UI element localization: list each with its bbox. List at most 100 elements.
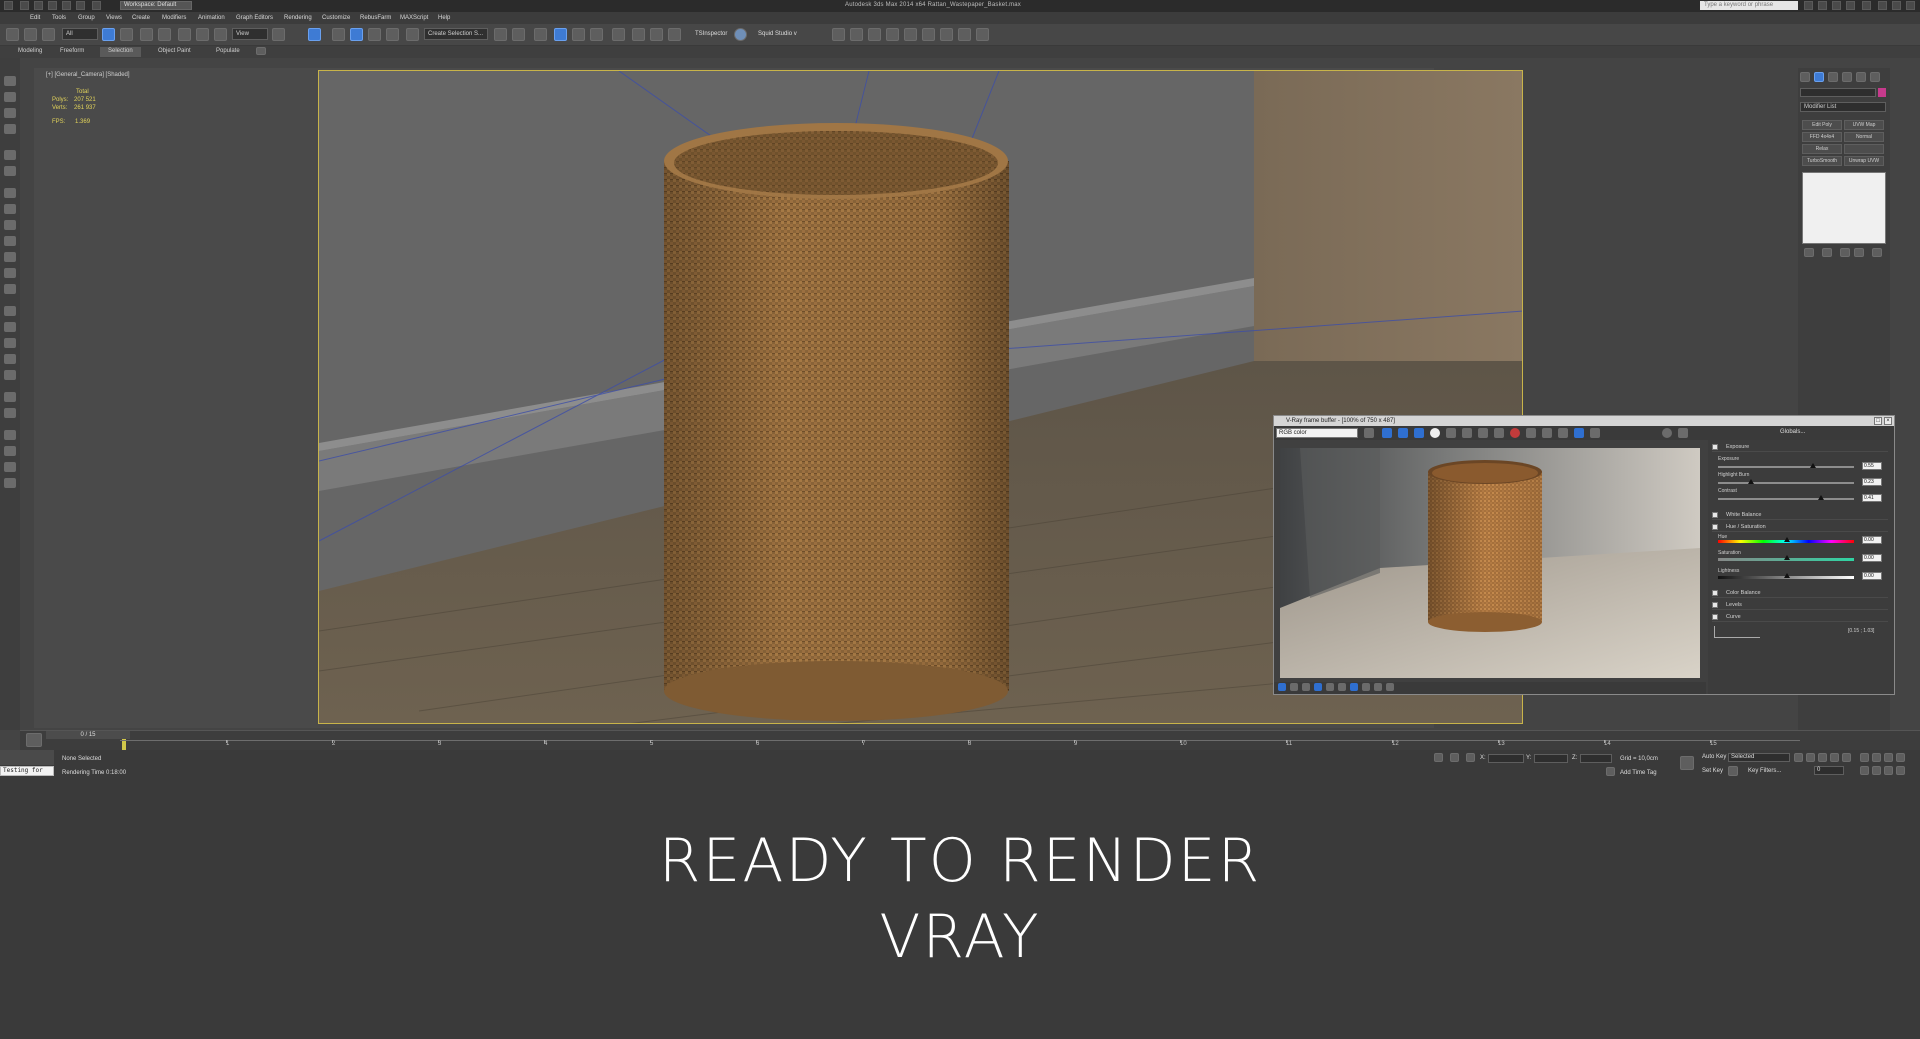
next-frame-icon[interactable] [1830,753,1839,762]
vfb-history-icon[interactable] [1590,428,1600,438]
vfb-save-image-icon[interactable] [1462,428,1472,438]
zoom-extents-icon[interactable] [1884,753,1893,762]
hue-thumb[interactable] [1784,537,1790,542]
menu-create[interactable]: Create [132,15,150,21]
bind-to-space-warp-icon[interactable] [42,28,55,41]
time-slider[interactable]: 0 / 15 [46,731,130,739]
vfb-bottom-tool-4-icon[interactable] [1314,683,1322,691]
mini-curve-editor-icon[interactable] [26,733,42,747]
hue-slider[interactable] [1718,537,1854,543]
modifier-list-dropdown[interactable]: Modifier List [1800,102,1886,112]
vfb-mono-icon[interactable] [1446,428,1456,438]
select-and-link-icon[interactable] [6,28,19,41]
vray-tool-3-icon[interactable] [868,28,881,41]
unlink-selection-icon[interactable] [24,28,37,41]
maximize-viewport-icon[interactable] [1896,766,1905,775]
show-end-result-icon[interactable] [1822,248,1832,257]
normal-button[interactable]: Normal [1844,132,1884,142]
menu-animation[interactable]: Animation [198,15,225,21]
vfb-track-mouse-icon[interactable] [1542,428,1552,438]
vfb-save-icon[interactable] [1364,428,1374,438]
contrast-slider[interactable] [1718,495,1854,500]
material-editor-icon[interactable] [612,28,625,41]
ffd-button[interactable]: FFD 4x4x4 [1802,132,1842,142]
z-coord-field[interactable] [1580,754,1612,763]
viewport-label[interactable]: [+] [General_Camera] [Shaded] [46,72,130,78]
make-unique-icon[interactable] [1840,248,1850,257]
ribbon-toggle-icon[interactable] [256,47,266,55]
white-balance-row[interactable]: White Balance [1712,510,1888,520]
set-key-icon[interactable] [1728,766,1738,776]
time-tag-icon[interactable] [1606,767,1615,776]
plugin-globe-icon[interactable] [734,28,747,41]
y-coord-field[interactable] [1534,754,1568,763]
vfb-bottom-tool-8-icon[interactable] [1362,683,1370,691]
tab-selection[interactable]: Selection [100,47,141,57]
menu-views[interactable]: Views [106,15,122,21]
select-by-name-icon[interactable] [120,28,133,41]
select-and-move-icon[interactable] [178,28,191,41]
set-key-button[interactable]: Set Key [1702,768,1723,774]
exposure-slider[interactable] [1718,463,1854,468]
set-key-mode-icon[interactable] [1680,756,1694,770]
cp-modify-tab-icon[interactable] [1814,72,1824,82]
modify-panel-icon[interactable] [4,92,16,102]
schematic-view-icon[interactable] [590,28,603,41]
x-coord-field[interactable] [1488,754,1524,763]
saturation-slider[interactable] [1718,555,1854,561]
favorites-icon[interactable] [1846,1,1855,10]
curve-editor[interactable] [1714,626,1760,638]
spinner-snap-icon[interactable] [386,28,399,41]
teapot-primitive-icon[interactable] [4,284,16,294]
render-production-icon[interactable] [668,28,681,41]
configure-modifier-sets-icon[interactable] [1872,248,1882,257]
systems-icon[interactable] [4,370,16,380]
key-filters-button[interactable]: Key Filters... [1748,768,1781,774]
new-file-icon[interactable] [20,1,29,10]
minimize-icon[interactable] [1878,1,1887,10]
search-icon[interactable] [1804,1,1813,10]
zoom-extents-all-icon[interactable] [1896,753,1905,762]
vfb-bottom-tool-9-icon[interactable] [1374,683,1382,691]
edit-poly-button[interactable]: Edit Poly [1802,120,1842,130]
misc-tool-2-icon[interactable] [4,446,16,456]
misc-tool-4-icon[interactable] [4,478,16,488]
vfb-blue-channel-icon[interactable] [1414,428,1424,438]
cp-create-tab-icon[interactable] [1800,72,1810,82]
menu-modifiers[interactable]: Modifiers [162,15,186,21]
named-selection-dropdown[interactable]: Create Selection S... [424,28,488,40]
color-balance-checkbox[interactable] [1712,590,1718,596]
curve-editor-icon[interactable] [572,28,585,41]
snaps-toggle-icon[interactable] [332,28,345,41]
maximize-icon[interactable] [1892,1,1901,10]
percent-snap-icon[interactable] [368,28,381,41]
rectangular-selection-icon[interactable] [140,28,153,41]
cp-utilities-tab-icon[interactable] [1870,72,1880,82]
angle-snap-icon[interactable] [350,28,363,41]
vfb-alpha-icon[interactable] [1430,428,1440,438]
helper-icon[interactable] [4,338,16,348]
play-icon[interactable] [1818,753,1827,762]
render-setup-icon[interactable] [632,28,645,41]
maxscript-listener-mini[interactable] [0,750,54,765]
vfb-bottom-tool-3-icon[interactable] [1302,683,1310,691]
vfb-load-image-icon[interactable] [1478,428,1488,438]
previous-frame-icon[interactable] [1806,753,1815,762]
material-browser-icon[interactable] [4,408,16,418]
window-crossing-icon[interactable] [158,28,171,41]
curve-row[interactable]: Curve [1712,612,1888,622]
levels-row[interactable]: Levels [1712,600,1888,610]
go-to-start-icon[interactable] [1794,753,1803,762]
vfb-stop-icon[interactable] [1510,428,1520,438]
highlight-burn-value[interactable]: 0.23 [1862,478,1882,486]
vray-tool-8-icon[interactable] [958,28,971,41]
close-icon[interactable] [1906,1,1915,10]
color-balance-row[interactable]: Color Balance [1712,588,1888,598]
save-file-icon[interactable] [48,1,57,10]
vfb-bottom-tool-10-icon[interactable] [1386,683,1394,691]
exposure-thumb[interactable] [1810,463,1816,468]
unwrap-uvw-button[interactable]: Unwrap UVW [1844,156,1884,166]
vfb-clear-icon[interactable] [1494,428,1504,438]
vfb-maximize-icon[interactable]: □ [1874,417,1882,425]
pin-stack-icon[interactable] [1804,248,1814,257]
